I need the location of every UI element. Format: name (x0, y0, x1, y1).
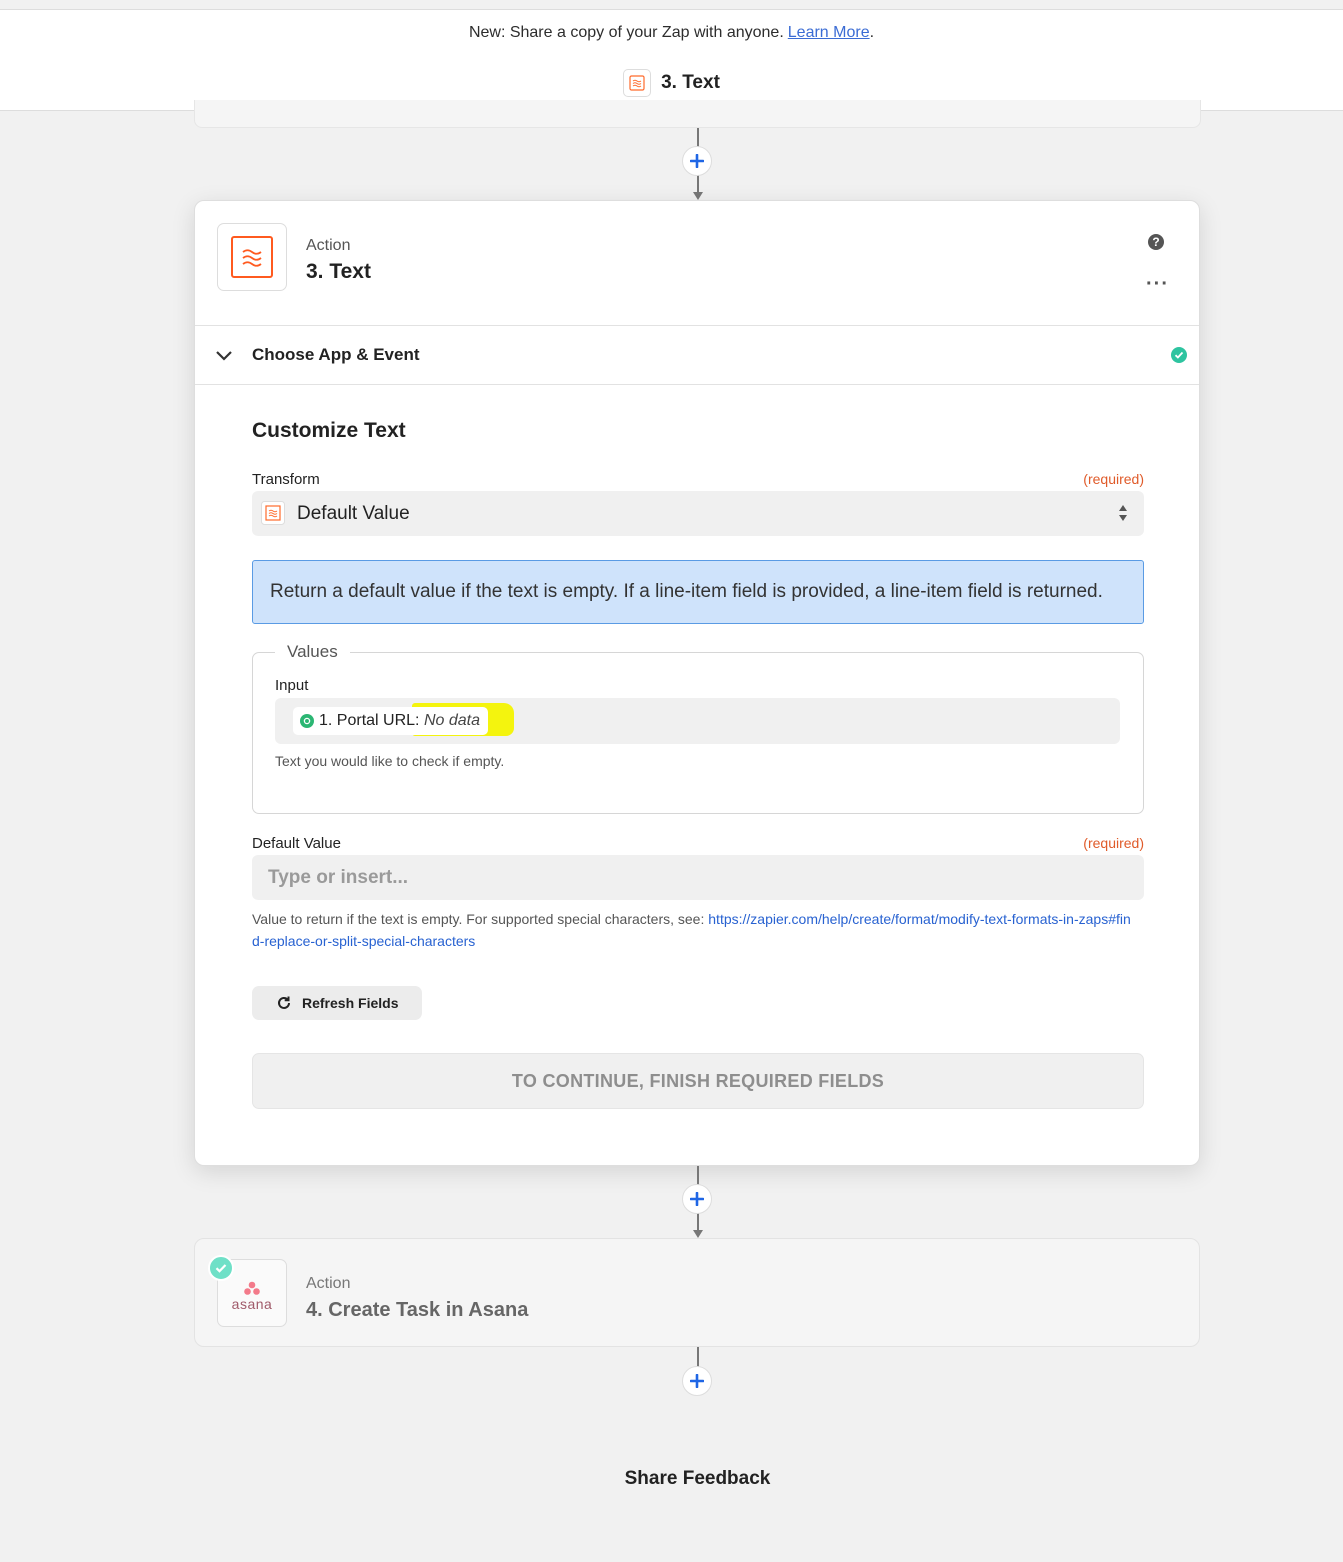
connector-arrow (693, 192, 703, 200)
connector-arrow (693, 1230, 703, 1238)
input-label: Input (275, 677, 309, 694)
transform-select[interactable]: Default Value (252, 491, 1144, 536)
asana-wordmark: asana (231, 1296, 273, 1312)
transform-required: (required) (1083, 471, 1144, 487)
token-separator: : (415, 712, 420, 729)
formatter-app-icon (217, 223, 287, 291)
step-title: 4. Create Task in Asana (306, 1299, 529, 1321)
formatter-icon (261, 501, 285, 525)
banner-period: . (869, 24, 875, 41)
token-label: 1. Portal URL (319, 712, 416, 729)
section-title: Choose App & Event (252, 345, 420, 364)
previous-step-card[interactable] (194, 100, 1201, 128)
plus-icon (690, 1192, 704, 1206)
default-value-required: (required) (1083, 835, 1144, 851)
refresh-label: Refresh Fields (302, 995, 399, 1011)
add-step-button[interactable] (682, 1366, 712, 1396)
input-hint: Text you would like to check if empty. (275, 753, 505, 769)
transform-label: Transform (252, 471, 320, 488)
add-step-button[interactable] (682, 146, 712, 176)
values-legend: Values (275, 642, 350, 662)
continue-button[interactable]: TO CONTINUE, FINISH REQUIRED FIELDS (252, 1053, 1144, 1109)
more-options-icon[interactable]: ··· (1146, 273, 1169, 296)
step-type-label: Action (306, 237, 351, 254)
step-bar-title: 3. Text (661, 72, 720, 93)
formatter-icon (623, 69, 652, 97)
default-value-help: Value to return if the text is empty. Fo… (252, 908, 1132, 952)
step-card-asana[interactable]: asana Action 4. Create Task in Asana (194, 1238, 1200, 1347)
banner-text: New: Share a copy of your Zap with anyon… (468, 24, 784, 41)
add-step-button[interactable] (682, 1184, 712, 1214)
step-title[interactable]: 3. Text (306, 260, 371, 284)
refresh-icon (278, 996, 290, 1009)
transform-description: Return a default value if the text is em… (252, 560, 1144, 624)
refresh-fields-button[interactable]: Refresh Fields (252, 986, 422, 1020)
section-choose-app-event[interactable]: Choose App & Event (195, 325, 1199, 385)
token-value: No data (423, 712, 480, 729)
values-group: Values Input 1. Portal URL: No data Text… (252, 642, 1144, 814)
chevron-down-icon (216, 351, 232, 361)
transform-value: Default Value (297, 503, 410, 524)
step-type-label: Action (306, 1275, 351, 1292)
complete-check-icon (208, 1255, 234, 1281)
share-feedback-link[interactable]: Share Feedback (0, 1468, 1343, 1490)
help-icon[interactable]: ? (1148, 234, 1164, 250)
source-app-icon (300, 714, 314, 728)
input-field[interactable]: 1. Portal URL: No data (275, 698, 1120, 744)
default-value-label: Default Value (252, 835, 341, 852)
step-card-text: Action 3. Text ? ··· Choose App & Event … (194, 200, 1200, 1166)
form-title: Customize Text (252, 419, 406, 442)
plus-icon (690, 1374, 704, 1388)
help-text-prefix: Value to return if the text is empty. Fo… (252, 911, 709, 927)
plus-icon (690, 154, 704, 168)
select-arrows-icon (1119, 505, 1127, 521)
default-value-input[interactable]: Type or insert... (252, 855, 1144, 900)
announcement-banner: New: Share a copy of your Zap with anyon… (0, 9, 1343, 57)
learn-more-link[interactable]: Learn More (788, 24, 870, 42)
complete-check-icon (1171, 347, 1187, 363)
mapped-field-token[interactable]: 1. Portal URL: No data (293, 707, 488, 735)
